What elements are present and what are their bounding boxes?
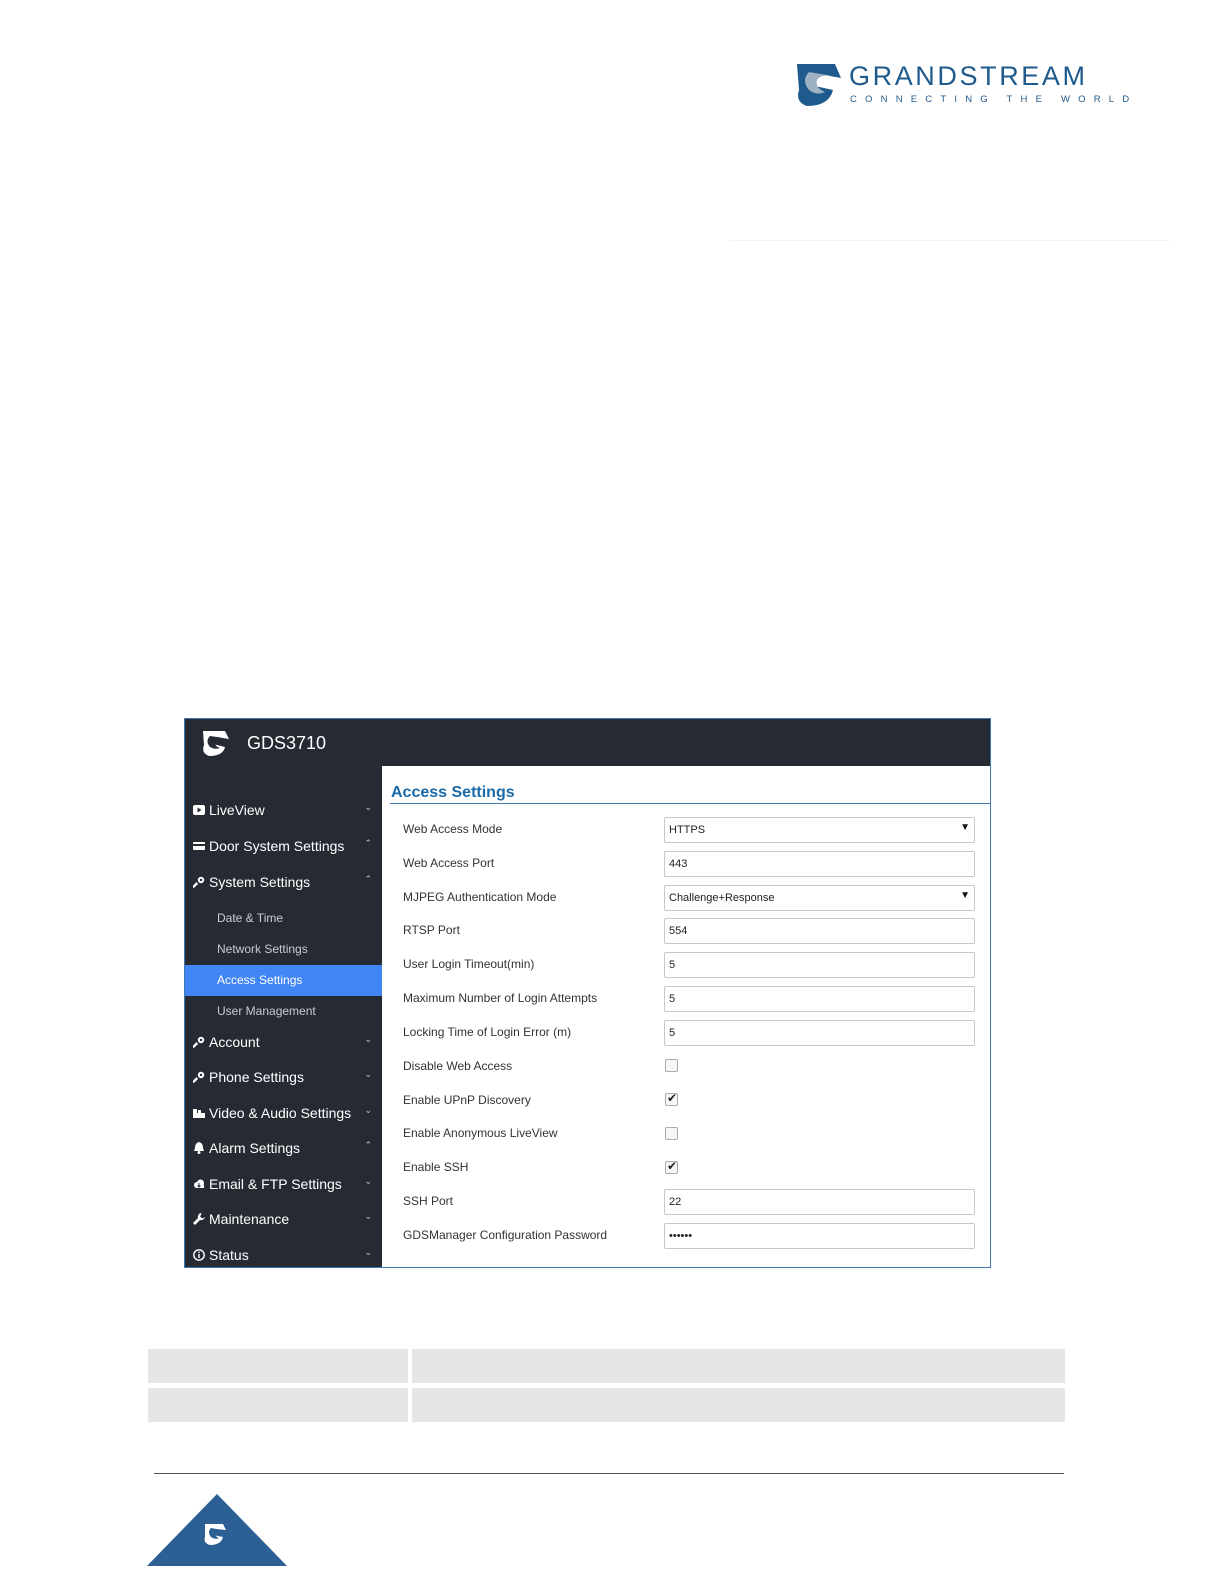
chevron-up-icon: ⌃ [364,838,372,848]
dropdown-arrow-icon: ▼ [960,822,970,833]
ssh-port-input[interactable] [664,1189,975,1215]
app-logo-icon [203,731,229,756]
checkmark-icon: ✔ [667,1159,678,1173]
app-window: GDS3710 LiveView ⌄ Door System Settings … [184,718,991,1268]
sidebar-item-maintenance[interactable]: Maintenance ⌄ [185,1203,382,1237]
table-cell [148,1349,408,1383]
chevron-up-icon: ⌃ [364,1140,372,1150]
sidebar-subitem-access-settings[interactable]: Access Settings [185,965,382,996]
sidebar-item-liveview[interactable]: LiveView ⌄ [185,794,382,828]
sidebar-item-video-audio-settings[interactable]: Video & Audio Settings ⌄ [185,1097,382,1131]
sidebar-item-label: Door System Settings [209,838,345,854]
mjpeg-auth-mode-select[interactable]: Challenge+Response ▼ [664,885,975,911]
footer-logo-icon [147,1494,287,1566]
page-title: Access Settings [391,784,515,801]
table-cell [412,1388,1065,1422]
cloud-icon [194,1179,204,1188]
footer-divider [154,1473,1064,1474]
web-access-port-input[interactable] [664,851,975,877]
sidebar-subitem-date-time[interactable]: Date & Time [185,903,382,934]
grandstream-logo-mark-icon [797,64,841,106]
disable-web-access-checkbox[interactable] [665,1059,678,1072]
app-title: GDS3710 [247,733,327,753]
sidebar-item-label: Email & FTP Settings [209,1176,342,1192]
table-cell [148,1388,408,1422]
sidebar-item-label: Phone Settings [209,1069,304,1085]
sidebar-item-alarm-settings[interactable]: Alarm Settings ⌃ [185,1132,382,1166]
enable-ssh-label: Enable SSH [403,1160,469,1174]
locking-time-label: Locking Time of Login Error (m) [403,1025,572,1039]
sidebar-subitem-label: User Management [217,1004,316,1018]
sidebar-item-account[interactable]: Account ⌄ [185,1026,382,1060]
web-access-mode-label: Web Access Mode [403,822,503,836]
key-icon [193,876,205,888]
mjpeg-auth-mode-value: Challenge+Response [669,892,775,904]
enable-anon-liveview-label: Enable Anonymous LiveView [403,1126,558,1140]
rtsp-port-label: RTSP Port [403,923,460,937]
sidebar-subitem-network-settings[interactable]: Network Settings [185,934,382,965]
enable-ssh-checkbox[interactable]: ✔ [665,1159,678,1174]
sidebar-item-door-system-settings[interactable]: Door System Settings ⌃ [185,830,382,864]
gdsmanager-password-input[interactable] [664,1223,975,1249]
chevron-down-icon: ⌄ [364,802,372,812]
sidebar-subitem-user-management[interactable]: User Management [185,996,382,1027]
user-login-timeout-input[interactable] [664,952,975,978]
sidebar-item-status[interactable]: Status ⌄ [185,1239,382,1267]
chevron-down-icon: ⌄ [364,1069,372,1079]
sidebar-item-phone-settings[interactable]: Phone Settings ⌄ [185,1061,382,1095]
sidebar-item-email-ftp-settings[interactable]: Email & FTP Settings ⌄ [185,1168,382,1202]
enable-upnp-label: Enable UPnP Discovery [403,1093,531,1107]
sidebar-item-label: Maintenance [209,1211,290,1227]
user-login-timeout-label: User Login Timeout(min) [403,957,535,971]
enable-upnp-checkbox[interactable]: ✔ [665,1091,678,1106]
sidebar-subitem-label: Network Settings [217,942,308,956]
sidebar-item-label: Status [209,1247,249,1263]
divider [730,240,1170,241]
chevron-down-icon: ⌄ [364,1034,372,1044]
gdsmanager-password-label: GDSManager Configuration Password [403,1228,608,1242]
top-bar: GDS3710 [185,719,990,766]
disable-web-access-label: Disable Web Access [403,1059,513,1073]
key-icon [193,1036,205,1048]
dropdown-arrow-icon: ▼ [960,890,970,901]
brand-tagline: CONNECTING THE WORLD [850,94,1138,105]
locking-time-input[interactable] [664,1020,975,1046]
web-access-mode-select[interactable]: HTTPS ▼ [664,817,975,843]
wrench-icon [193,1213,205,1225]
grandstream-logo: GRANDSTREAM CONNECTING THE WORLD [795,60,1129,110]
table-cell [412,1349,1065,1383]
rtsp-port-input[interactable] [664,918,975,944]
key-icon [193,1071,205,1083]
info-icon [193,1249,205,1261]
access-settings-panel: Access Settings Web Access Mode HTTPS ▼ … [382,766,990,1267]
enable-anon-liveview-checkbox[interactable] [665,1127,678,1140]
web-access-mode-value: HTTPS [669,824,706,836]
chevron-up-icon: ⌃ [364,874,372,884]
checkmark-icon: ✔ [667,1091,678,1105]
sidebar-item-label: Video & Audio Settings [209,1105,352,1121]
ssh-port-label: SSH Port [403,1194,454,1208]
chevron-down-icon: ⌄ [364,1176,372,1186]
brand-name: GRANDSTREAM [849,61,1088,91]
card-icon [193,842,205,850]
bell-icon [194,1142,204,1154]
mjpeg-auth-mode-label: MJPEG Authentication Mode [403,890,557,904]
sidebar-item-system-settings[interactable]: System Settings ⌃ [185,866,382,900]
sidebar-item-label: Alarm Settings [209,1140,301,1156]
sidebar: LiveView ⌄ Door System Settings ⌃ System… [185,766,382,1267]
max-login-attempts-input[interactable] [664,986,975,1012]
sidebar-item-label: Account [209,1034,260,1050]
camera-icon [193,1109,205,1118]
web-access-port-label: Web Access Port [403,856,495,870]
chevron-down-icon: ⌄ [364,1105,372,1115]
sidebar-item-label: LiveView [209,802,265,818]
chevron-down-icon: ⌄ [364,1211,372,1221]
title-divider [390,803,990,804]
max-login-attempts-label: Maximum Number of Login Attempts [403,991,598,1005]
play-icon [193,805,205,815]
sidebar-subitem-label: Date & Time [217,911,284,925]
sidebar-subitem-label: Access Settings [217,973,303,987]
sidebar-item-label: System Settings [209,874,311,890]
chevron-down-icon: ⌄ [364,1247,372,1257]
